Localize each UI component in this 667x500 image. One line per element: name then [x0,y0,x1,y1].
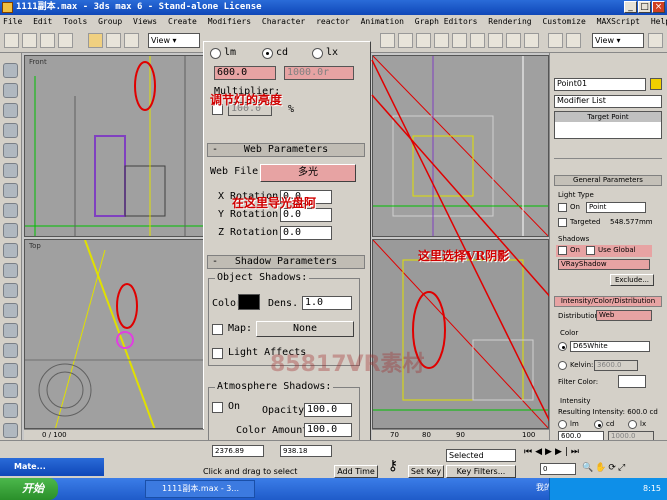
cmd-unit-lm-radio[interactable] [558,420,567,429]
playback-controls[interactable]: ⏮◀▶▶|⏭ [524,447,620,461]
light-type-dropdown[interactable]: Point [586,202,646,213]
minimized-material-window[interactable]: Mate... [0,458,104,476]
light-on-checkbox[interactable] [558,203,567,212]
resulting-intensity: Resulting Intensity: 600.0 cd [558,408,658,416]
stack-item-target-point[interactable]: Target Point [555,112,661,122]
modifier-list-dropdown[interactable]: Modifier List [554,95,662,108]
current-frame-field[interactable]: 0 [540,463,576,475]
cmd-unit-lx-label: lx [640,420,647,428]
exclude-button[interactable]: Exclude... [610,274,654,286]
distribution-dropdown[interactable]: Web [596,310,652,321]
cmd-unit-cd-label: cd [606,420,615,428]
shadows-on-checkbox[interactable] [558,246,567,255]
stack-toolbar [554,143,662,159]
key-mode-dropdown[interactable]: Selected [446,449,516,462]
filter-color-label: Filter Color: [558,378,599,386]
taskbar-item-3dsmax[interactable]: 1111副本.max - 3... [145,480,255,498]
kelvin-radio[interactable] [558,361,567,370]
color-section-label: Color [560,329,579,337]
shadows-label: Shadows [558,235,590,243]
cmd-unit-lm-label: lm [570,420,579,428]
color-preset-radio[interactable] [558,342,567,351]
key-filters-button[interactable]: Key Filters... [446,465,516,478]
start-button[interactable]: 开始 [0,478,58,500]
intensity-color-distribution-rollout[interactable]: Intensity/Color/Distribution [554,296,662,307]
key-icon[interactable]: ⚷ [382,455,404,477]
color-preset-dropdown[interactable]: D65White [570,341,650,352]
coord-y-field[interactable]: 938.18 [280,445,332,457]
kelvin-input: 3600.0 [594,360,638,371]
watermark: 85817VR素材 [270,352,425,377]
add-time-tag-button[interactable]: Add Time Tag [334,465,378,487]
cmd-unit-lx-radio[interactable] [628,420,637,429]
targeted-distance: 548.577mm [610,218,653,226]
shadows-on-label: On [570,246,580,254]
filter-color-swatch[interactable] [618,375,646,388]
set-key-button[interactable]: Set Key [408,465,444,478]
taskbar: 开始 1111副本.max - 3... 我的文档 8:15 [0,478,667,500]
coord-x-field[interactable]: 2376.89 [212,445,264,457]
targeted-checkbox[interactable] [558,218,567,227]
status-hint: Click and drag to select [203,467,298,476]
light-on-label: On [570,203,580,211]
system-tray: 8:15 [549,478,667,500]
shadow-type-dropdown[interactable]: VRayShadow [558,259,650,270]
cmd-unit-cd-radio[interactable] [594,420,603,429]
use-global-label: Use Global [598,246,636,254]
clock: 8:15 [643,484,661,493]
intensity-section-label: Intensity [560,397,591,405]
object-name-field[interactable]: Point01 [554,78,646,91]
general-parameters-rollout[interactable]: General Parameters [554,175,662,186]
distribution-label: Distribution: [558,312,602,320]
light-type-label: Light Type [558,191,594,199]
command-panel: Point01 Modifier List Target Point Gener… [549,53,667,453]
minimized-window-title: Mate... [14,462,46,471]
viewport-navigation-icons[interactable]: 🔍✋⟳⤢ [582,463,666,477]
targeted-label: Targeted [570,218,601,226]
modifier-stack[interactable]: Target Point [554,111,662,139]
kelvin-label: Kelvin: [570,361,594,369]
time-slider-frame: 0 / 100 [42,431,67,439]
object-color-swatch[interactable] [650,78,662,90]
use-global-checkbox[interactable] [586,246,595,255]
